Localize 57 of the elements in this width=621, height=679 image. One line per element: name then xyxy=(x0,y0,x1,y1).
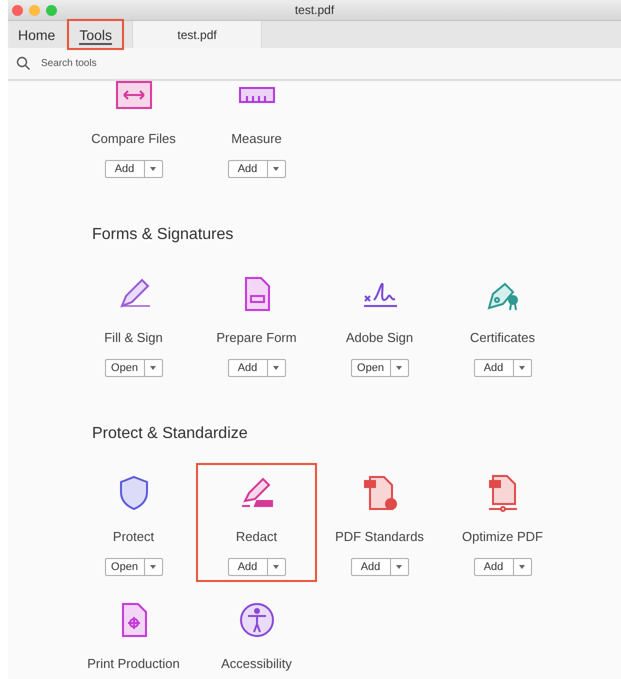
caret-icon xyxy=(273,366,279,370)
caret-icon xyxy=(396,366,402,370)
minimize-button[interactable] xyxy=(29,5,40,16)
tab[interactable]: Tools xyxy=(69,21,122,48)
compare-icon xyxy=(114,81,154,109)
caret-icon xyxy=(273,565,279,569)
tool-tile[interactable]: Redact Add xyxy=(198,465,315,580)
tool-name: Fill & Sign xyxy=(104,330,163,345)
tool-name: Accessibility xyxy=(221,656,292,671)
search-field[interactable]: Search tools xyxy=(39,57,243,70)
tool-tile[interactable]: Measure Add xyxy=(195,81,318,182)
tool-name: Redact xyxy=(236,529,278,544)
caret-icon xyxy=(150,167,156,171)
tool-tile[interactable]: Compare Files Add xyxy=(72,81,195,182)
tool-tile[interactable]: Prepare Form Add xyxy=(195,266,318,381)
tool-name: Optimize PDF xyxy=(462,529,543,544)
caret-icon xyxy=(519,565,525,569)
tool-name: Compare Files xyxy=(91,131,176,146)
close-button[interactable] xyxy=(12,5,23,16)
tool-name: Prepare Form xyxy=(216,330,297,345)
search-icon xyxy=(16,56,31,71)
tool-action-button[interactable]: Add xyxy=(474,558,532,576)
caret-icon xyxy=(519,366,525,370)
tool-action-button[interactable]: Add xyxy=(228,359,286,377)
zoom-button[interactable] xyxy=(46,5,57,16)
caret-icon xyxy=(150,366,156,370)
caret-icon xyxy=(396,565,402,569)
tool-tile[interactable]: Print Production xyxy=(72,592,195,679)
tool-name: Certificates xyxy=(470,330,536,345)
tool-action-button[interactable]: Open xyxy=(350,359,408,377)
tool-name: Protect xyxy=(112,529,154,544)
tool-action-button[interactable]: Add xyxy=(350,558,408,576)
caret-icon xyxy=(150,565,156,569)
tab[interactable]: Home xyxy=(8,21,66,48)
tool-tile[interactable]: PDF Standards Add xyxy=(318,465,441,580)
tool-tile[interactable]: Adobe Sign Open xyxy=(318,266,441,381)
ruler-icon xyxy=(236,87,276,103)
tool-action-button[interactable]: Add xyxy=(474,359,532,377)
tool-tile[interactable]: Accessibility xyxy=(195,592,318,679)
tool-tile[interactable]: Certificates Add xyxy=(441,266,564,381)
tool-action-button[interactable]: Add xyxy=(104,160,162,178)
section-heading: Protect & Standardize xyxy=(91,424,249,444)
document-tab[interactable]: test.pdf xyxy=(132,21,262,48)
tool-action-button[interactable]: Open xyxy=(104,359,162,377)
tool-action-button[interactable]: Add xyxy=(228,160,286,178)
tool-name: Print Production xyxy=(87,656,180,671)
tool-action-button[interactable]: Add xyxy=(228,558,286,576)
tool-name: PDF Standards xyxy=(335,529,424,544)
tool-tile[interactable]: Fill & Sign Open xyxy=(72,266,195,381)
caret-icon xyxy=(273,167,279,171)
tool-action-button[interactable]: Open xyxy=(104,558,162,576)
tool-name: Measure xyxy=(231,131,282,146)
window-title: test.pdf xyxy=(294,3,336,17)
tool-tile[interactable]: Optimize PDF Add xyxy=(441,465,564,580)
tool-name: Adobe Sign xyxy=(346,330,414,345)
section-heading: Forms & Signatures xyxy=(91,225,234,245)
tool-tile[interactable]: Protect Open xyxy=(72,465,195,580)
